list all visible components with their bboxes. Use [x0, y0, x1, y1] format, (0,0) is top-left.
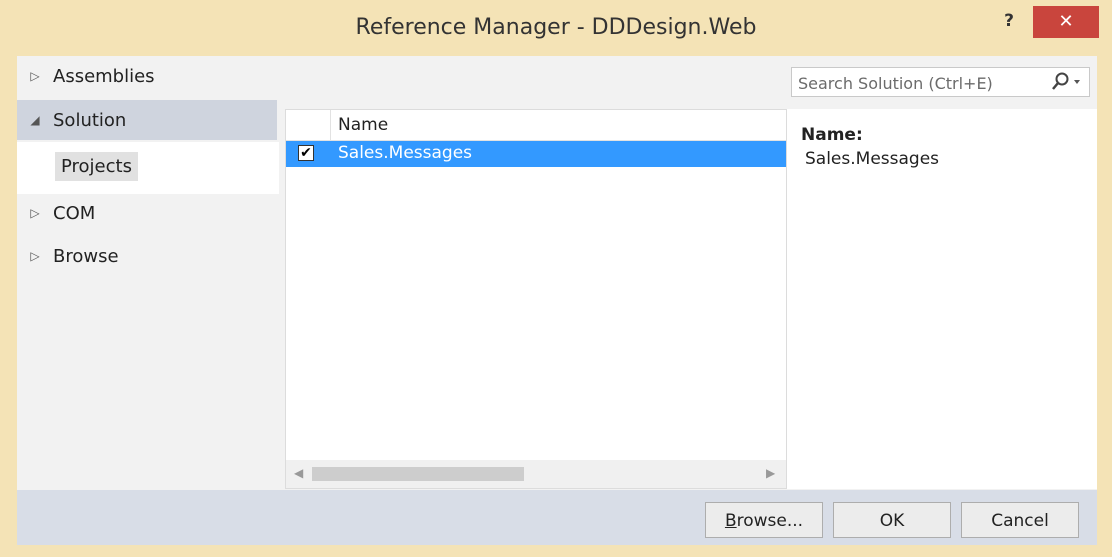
nav-item-browse[interactable]: ▷ Browse [17, 236, 277, 276]
browse-button-mnemonic: B [724, 511, 737, 531]
column-separator [330, 110, 331, 140]
cancel-button[interactable]: Cancel [961, 502, 1079, 538]
close-button[interactable]: ✕ [1033, 6, 1099, 38]
scroll-right-icon[interactable]: ▶ [766, 466, 775, 480]
nav-item-label: Browse [53, 245, 119, 267]
nav-subitem-projects-row: Projects [17, 142, 279, 194]
column-header-name[interactable]: Name [338, 115, 388, 135]
expand-arrow-icon: ▷ [30, 69, 40, 83]
details-panel: Name: Sales.Messages [787, 109, 1097, 489]
button-bar: Browse... OK Cancel [17, 490, 1097, 545]
title-bar: Reference Manager - DDDesign.Web ? ✕ [0, 0, 1112, 56]
browse-button-label: rowse... [736, 511, 804, 531]
nav-item-label: Assemblies [53, 65, 155, 87]
nav-item-label: COM [53, 202, 96, 224]
details-name-label: Name: [801, 125, 863, 145]
nav-item-com[interactable]: ▷ COM [17, 193, 277, 233]
scroll-left-icon[interactable]: ◀ [294, 466, 303, 480]
details-name-value: Sales.Messages [805, 149, 940, 169]
collapse-arrow-icon: ◢ [30, 113, 40, 127]
nav-subitem-projects[interactable]: Projects [55, 152, 138, 181]
search-icon[interactable] [1050, 71, 1086, 93]
dialog-body: ▷ Assemblies ◢ Solution Projects ▷ COM ▷… [17, 56, 1097, 490]
nav-item-assemblies[interactable]: ▷ Assemblies [17, 56, 277, 96]
search-box [791, 67, 1090, 97]
search-input[interactable] [796, 70, 1040, 96]
scroll-thumb[interactable] [312, 467, 524, 481]
window-title: Reference Manager - DDDesign.Web [355, 15, 757, 40]
category-nav: ▷ Assemblies ◢ Solution Projects ▷ COM ▷… [17, 56, 287, 490]
ok-button[interactable]: OK [833, 502, 951, 538]
list-item-name: Sales.Messages [338, 143, 473, 163]
nav-item-label: Solution [53, 109, 127, 131]
help-button[interactable]: ? [995, 8, 1023, 34]
expand-arrow-icon: ▷ [30, 249, 40, 263]
list-item[interactable]: ✔ Sales.Messages [286, 141, 786, 167]
browse-button[interactable]: Browse... [705, 502, 823, 538]
list-header: Name [286, 110, 786, 141]
include-checkbox[interactable]: ✔ [298, 145, 314, 161]
close-icon: ✕ [1058, 11, 1074, 32]
horizontal-scrollbar[interactable]: ◀ ▶ [286, 460, 786, 488]
expand-arrow-icon: ▷ [30, 206, 40, 220]
reference-manager-window: Reference Manager - DDDesign.Web ? ✕ ▷ A… [0, 0, 1112, 557]
projects-list: Name ✔ Sales.Messages ◀ ▶ [285, 109, 787, 489]
nav-item-solution[interactable]: ◢ Solution [17, 100, 277, 140]
